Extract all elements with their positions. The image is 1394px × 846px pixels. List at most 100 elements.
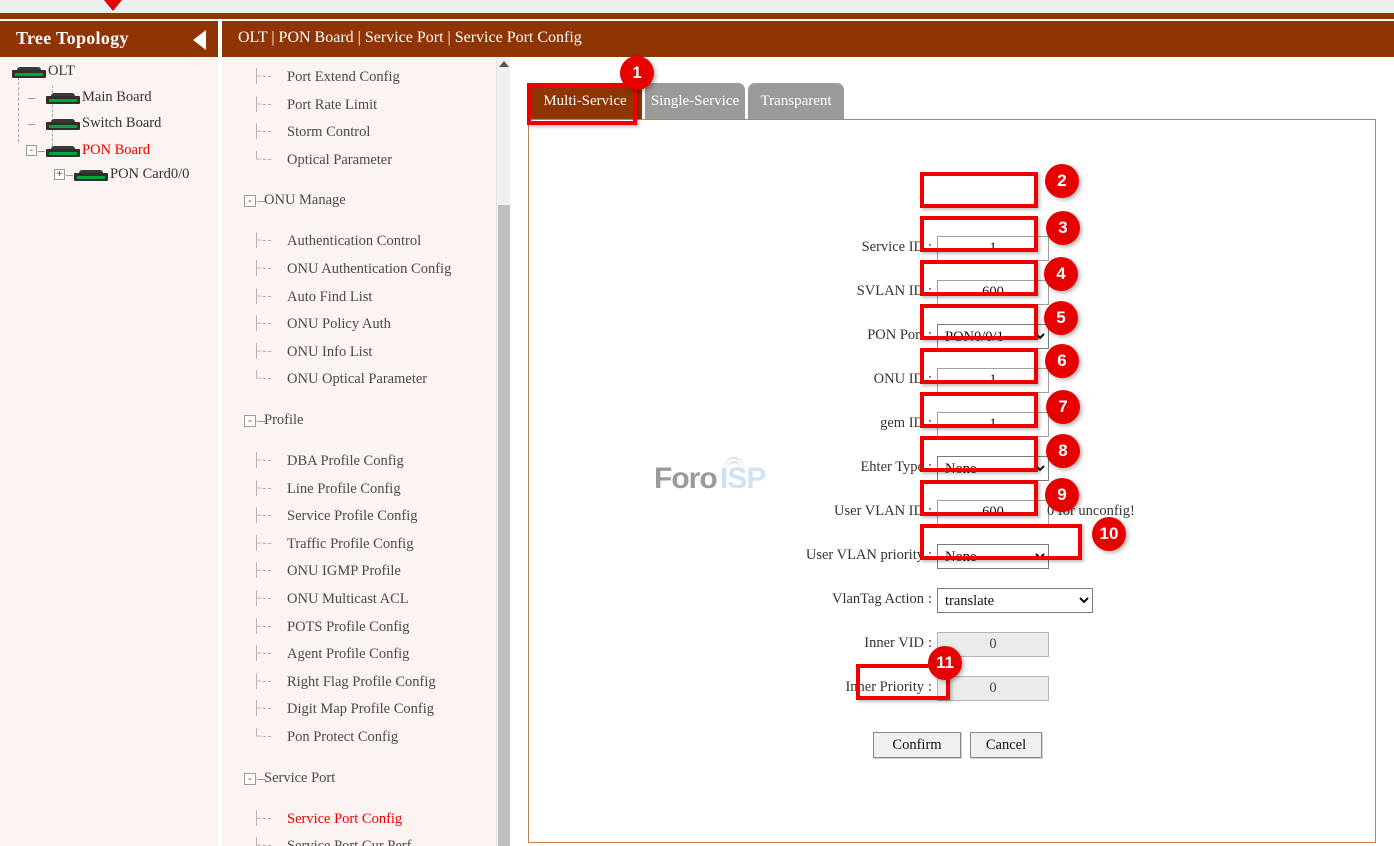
tree-topology-body: OLT Main Board Switch Board - PON Board + PON … <box>0 57 218 846</box>
annotation-badge-7: 7 <box>1046 390 1080 424</box>
nav-connector: ├-- <box>252 645 273 661</box>
nav-connector: ├-- <box>252 534 273 550</box>
nav-connector: ├-- <box>252 452 273 467</box>
nav-item-onu-optical-parameter[interactable]: ONU Optical Parameter <box>287 371 427 388</box>
scroll-up-arrow-icon[interactable] <box>499 61 509 67</box>
nav-tree-panel: ├-- Port Extend Config ├-- Port Rate Limit ├… <box>222 57 510 846</box>
nav-connector: ├-- <box>252 123 273 139</box>
field-colon: : <box>928 591 933 607</box>
nav-item-authentication-control[interactable]: Authentication Control <box>287 233 421 250</box>
nav-group-profile[interactable]: Profile <box>264 412 303 429</box>
field-colon: : <box>928 547 933 563</box>
nav-connector: ├-- <box>252 342 273 358</box>
nav-group-service-port[interactable]: Service Port <box>264 770 335 787</box>
device-icon <box>12 65 46 79</box>
nav-item-right-flag-profile-config[interactable]: Right Flag Profile Config <box>287 674 436 691</box>
field-label-inner-vid: Inner VID <box>864 635 924 651</box>
form-row: ONU ID: <box>529 368 1377 394</box>
field-select-vlantag-action[interactable]: translate <box>937 588 1093 613</box>
tree-node-label: Switch Board <box>82 115 162 132</box>
nav-item-auto-find-list[interactable]: Auto Find List <box>287 289 372 306</box>
annotation-badge-5: 5 <box>1044 301 1078 335</box>
tab-multi-service[interactable]: Multi-Service <box>528 83 642 119</box>
field-colon: : <box>928 635 933 651</box>
nav-group-onu-manage[interactable]: ONU Manage <box>264 192 346 209</box>
content-header: OLT | PON Board | Service Port | Service… <box>222 21 1394 57</box>
device-icon <box>46 144 80 158</box>
device-icon <box>46 91 80 105</box>
nav-item-service-profile-config[interactable]: Service Profile Config <box>287 508 417 525</box>
collapse-left-arrow-icon[interactable] <box>193 30 206 50</box>
nav-item-digit-map-profile-config[interactable]: Digit Map Profile Config <box>287 701 434 718</box>
form-panel: Foro ISP Service ID:SVLAN ID:PON Port:PO… <box>528 119 1376 843</box>
field-input-gem-id[interactable] <box>937 412 1049 437</box>
nav-item-dba-profile-config[interactable]: DBA Profile Config <box>287 453 404 470</box>
nav-item-pots-profile-config[interactable]: POTS Profile Config <box>287 619 409 636</box>
nav-group-toggle[interactable]: - <box>244 195 256 208</box>
tree-node-pon-board[interactable]: PON Board <box>46 142 150 161</box>
tree-connector-dash <box>28 124 35 125</box>
form-row: Service ID: <box>529 236 1377 262</box>
top-strip <box>0 0 1394 13</box>
tab-single-service[interactable]: Single-Service <box>645 83 745 119</box>
field-select-ehter-type[interactable]: None <box>937 456 1049 481</box>
form-row: SVLAN ID: <box>529 280 1377 306</box>
field-input-svlan-id[interactable] <box>937 280 1049 305</box>
tree-collapse-toggle[interactable]: - <box>26 145 37 156</box>
confirm-button[interactable]: Confirm <box>873 732 961 758</box>
tab-transparent[interactable]: Transparent <box>748 83 844 119</box>
nav-item-line-profile-config[interactable]: Line Profile Config <box>287 481 401 498</box>
nav-item-traffic-profile-config[interactable]: Traffic Profile Config <box>287 536 413 553</box>
tree-node-olt[interactable]: OLT <box>12 63 75 82</box>
tree-topology-header: Tree Topology <box>0 21 218 57</box>
nav-item-onu-authentication-config[interactable]: ONU Authentication Config <box>287 261 451 278</box>
nav-scrollbar[interactable] <box>496 57 510 846</box>
nav-connector: └-- <box>252 728 273 743</box>
tree-connector-dash <box>28 98 35 99</box>
nav-item-onu-policy-auth[interactable]: ONU Policy Auth <box>287 316 391 333</box>
nav-scrollbar-thumb[interactable] <box>498 205 510 846</box>
field-label-user-vlan-priority: User VLAN priority <box>805 547 924 563</box>
device-icon <box>46 117 80 131</box>
nav-item-agent-profile-config[interactable]: Agent Profile Config <box>287 646 409 663</box>
annotation-badge-9: 9 <box>1045 478 1079 512</box>
field-colon: : <box>928 415 933 431</box>
nav-item-onu-info-list[interactable]: ONU Info List <box>287 344 372 361</box>
nav-connector: ├-- <box>252 287 273 303</box>
field-select-pon-port[interactable]: PON0/0/1 <box>937 324 1049 349</box>
field-colon: : <box>928 371 933 387</box>
field-label-onu-id: ONU ID <box>873 371 924 387</box>
nav-item-onu-multicast-acl[interactable]: ONU Multicast ACL <box>287 591 409 608</box>
field-colon: : <box>928 327 933 343</box>
annotation-badge-4: 4 <box>1044 257 1078 291</box>
field-colon: : <box>928 239 933 255</box>
cancel-button[interactable]: Cancel <box>970 732 1042 758</box>
nav-item-service-port-cur-perf[interactable]: Service Port Cur Perf <box>287 838 411 846</box>
form-row: User VLAN priority: None <box>529 544 1377 570</box>
content-area: Multi-Service Single-Service Transparent F… <box>512 57 1394 846</box>
nav-item-port-extend-config[interactable]: Port Extend Config <box>287 69 400 86</box>
field-input-service-id[interactable] <box>937 236 1049 261</box>
nav-item-port-rate-limit[interactable]: Port Rate Limit <box>287 97 377 114</box>
tree-expand-toggle[interactable]: + <box>54 169 65 180</box>
field-label-ehter-type: Ehter Type <box>860 459 924 475</box>
field-select-user-vlan-priority[interactable]: None <box>937 544 1049 569</box>
nav-group-toggle[interactable]: - <box>244 772 256 785</box>
form-row: VlanTag Action: translate <box>529 588 1377 614</box>
nav-item-optical-parameter[interactable]: Optical Parameter <box>287 152 392 169</box>
nav-connector: ├-- <box>252 700 273 716</box>
field-colon: : <box>928 283 933 299</box>
tree-node-switch-board[interactable]: Switch Board <box>46 115 161 134</box>
tree-node-label: Main Board <box>82 89 152 106</box>
tree-connector <box>18 77 19 142</box>
tree-node-pon-card0-0[interactable]: PON Card0/0 <box>74 166 189 185</box>
field-input-onu-id[interactable] <box>937 368 1049 393</box>
nav-item-pon-protect-config[interactable]: Pon Protect Config <box>287 729 398 746</box>
annotation-badge-1: 1 <box>620 56 654 90</box>
nav-item-onu-igmp-profile[interactable]: ONU IGMP Profile <box>287 563 401 580</box>
nav-item-storm-control[interactable]: Storm Control <box>287 124 370 141</box>
nav-group-toggle[interactable]: - <box>244 415 256 427</box>
field-input-user-vlan-id[interactable] <box>937 500 1049 525</box>
tree-node-main-board[interactable]: Main Board <box>46 89 152 108</box>
nav-item-service-port-config[interactable]: Service Port Config <box>287 811 402 828</box>
